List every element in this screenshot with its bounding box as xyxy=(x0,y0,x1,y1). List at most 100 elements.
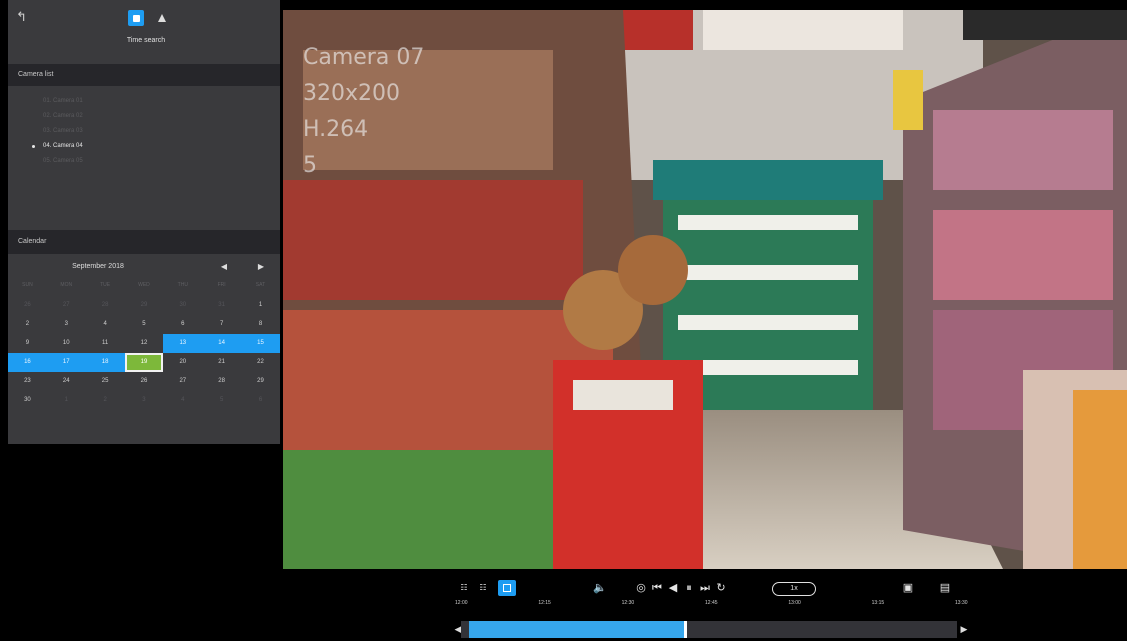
calendar-day[interactable]: 16 xyxy=(8,353,47,372)
time-tick-label: 13:00 xyxy=(788,600,801,606)
calendar-day[interactable]: 6 xyxy=(163,315,202,334)
calendar-day[interactable]: 26 xyxy=(125,372,164,391)
calendar-day[interactable]: 1 xyxy=(47,391,86,410)
calendar-day[interactable]: 11 xyxy=(86,334,125,353)
calendar-day[interactable]: 15 xyxy=(241,334,280,353)
calendar-day[interactable]: 13 xyxy=(163,334,203,353)
playback-controls: ☷ ☷ 🔈 ◎ ⏮ ◀ ⏸ ⏭ ↻ 1x ▣ ▤ xyxy=(455,578,965,600)
osd-resolution: 320x200 xyxy=(303,81,401,106)
calendar-day[interactable]: 8 xyxy=(241,315,280,334)
calendar-day[interactable]: 25 xyxy=(86,372,125,391)
calendar-day[interactable]: 29 xyxy=(241,372,280,391)
osd-codec: H.264 xyxy=(303,117,369,142)
weekday-label: SAT xyxy=(255,282,266,288)
calendar-day[interactable]: 23 xyxy=(8,372,47,391)
speed-control[interactable]: 1x xyxy=(772,582,816,596)
calendar-day[interactable]: 31 xyxy=(202,296,241,315)
calendar-day[interactable]: 9 xyxy=(8,334,47,353)
next-month-icon[interactable]: ▶ xyxy=(254,258,268,276)
weekday-label: SUN xyxy=(22,282,33,288)
calendar-day[interactable]: 28 xyxy=(86,296,125,315)
calendar-day[interactable]: 12 xyxy=(125,334,164,353)
weekday-label: WED xyxy=(138,282,150,288)
step-back-icon[interactable]: ◀ xyxy=(667,580,679,596)
grid-1-icon[interactable]: ☷ xyxy=(458,580,470,596)
mode-tabs xyxy=(128,10,170,26)
camera-list-item[interactable]: 01. Camera 01 xyxy=(8,94,280,109)
time-search-tab[interactable] xyxy=(128,10,144,26)
export-icon[interactable]: ▣ xyxy=(902,580,914,596)
calendar-day[interactable]: 14 xyxy=(202,334,242,353)
layout-button[interactable] xyxy=(498,580,516,596)
calendar-day[interactable]: 2 xyxy=(8,315,47,334)
calendar-month: September 2018 xyxy=(72,263,124,270)
calendar-day[interactable]: 4 xyxy=(163,391,202,410)
calendar-grid: 26 27 28 29 30 31 1 2 3 4 5 6 7 8 9 10 11 12 13 14 15 16 17 18 1… xyxy=(8,296,280,410)
pause-icon[interactable]: ⏸ xyxy=(683,580,695,596)
event-search-tab[interactable] xyxy=(154,10,170,26)
weekday-row: SUN MON TUE WED THU FRI SAT xyxy=(8,278,280,292)
timeline-right-icon[interactable]: ▶ xyxy=(959,621,969,638)
record-icon[interactable]: ▤ xyxy=(937,580,953,596)
calendar-day[interactable]: 17 xyxy=(46,353,86,372)
single-view-icon xyxy=(503,584,511,592)
timeline-cursor[interactable] xyxy=(683,621,687,638)
playback-bar: ☷ ☷ 🔈 ◎ ⏮ ◀ ⏸ ⏭ ↻ 1x ▣ ▤ 12:00 12:15 12:30… xyxy=(283,570,1127,641)
camera-list-item[interactable]: 02. Camera 02 xyxy=(8,109,280,124)
repeat-icon[interactable]: ↻ xyxy=(715,580,727,596)
calendar-day[interactable]: 5 xyxy=(125,315,164,334)
calendar-day-selected[interactable]: 19 xyxy=(124,353,164,372)
time-tick-label: 12:45 xyxy=(705,600,718,606)
calendar-nav: September 2018 ◀ ▶ xyxy=(8,258,280,276)
time-tick-label: 12:15 xyxy=(538,600,551,606)
weekday-label: TUE xyxy=(100,282,111,288)
calendar-day[interactable]: 24 xyxy=(47,372,86,391)
osd-fps: 5 xyxy=(303,153,317,178)
grid-4-icon[interactable]: ☷ xyxy=(477,580,489,596)
calendar-day[interactable]: 3 xyxy=(47,315,86,334)
time-tick-label: 12:30 xyxy=(621,600,635,606)
weekday-label: MON xyxy=(60,282,73,288)
camera-list: 01. Camera 01 02. Camera 02 03. Camera 03 0… xyxy=(8,86,280,230)
time-tick-label: 13:15 xyxy=(871,600,885,606)
calendar-day[interactable]: 30 xyxy=(163,296,202,315)
calendar-day[interactable]: 5 xyxy=(202,391,241,410)
skip-forward-icon[interactable]: ⏭ xyxy=(699,580,711,596)
calendar-day[interactable]: 4 xyxy=(86,315,125,334)
weekday-label: FRI xyxy=(217,282,226,288)
calendar-day[interactable]: 3 xyxy=(125,391,164,410)
calendar: September 2018 ◀ ▶ SUN MON TUE WED THU FRI SAT… xyxy=(8,254,280,444)
snapshot-icon[interactable]: ◎ xyxy=(635,580,647,596)
calendar-day[interactable]: 29 xyxy=(125,296,164,315)
weekday-label: THU xyxy=(177,282,188,288)
calendar-day[interactable]: 27 xyxy=(47,296,86,315)
calendar-day[interactable]: 1 xyxy=(241,296,280,315)
calendar-day[interactable]: 21 xyxy=(202,353,241,372)
volume-icon[interactable]: 🔈 xyxy=(593,580,607,596)
timeline-progress xyxy=(469,621,684,638)
calendar-day[interactable]: 26 xyxy=(8,296,47,315)
calendar-day[interactable]: 28 xyxy=(202,372,241,391)
video-view[interactable]: Camera 07 320x200 H.264 5 xyxy=(283,10,1127,569)
calendar-day[interactable]: 27 xyxy=(163,372,202,391)
camera-list-item[interactable]: 03. Camera 03 xyxy=(8,124,280,139)
camera-list-item[interactable]: 05. Camera 05 xyxy=(8,154,280,169)
prev-month-icon[interactable]: ◀ xyxy=(217,258,231,276)
osd-camera-name: Camera 07 xyxy=(303,45,425,70)
left-panel: ↰ Time search Camera list 01. Camera 01 0… xyxy=(8,0,280,641)
calendar-day[interactable]: 22 xyxy=(241,353,280,372)
calendar-day[interactable]: 7 xyxy=(202,315,241,334)
bell-icon xyxy=(158,14,166,22)
skip-back-icon[interactable]: ⏮ xyxy=(651,580,663,596)
back-icon[interactable]: ↰ xyxy=(16,10,30,24)
calendar-day[interactable]: 10 xyxy=(47,334,86,353)
calendar-day[interactable]: 20 xyxy=(163,353,202,372)
square-icon xyxy=(132,14,140,22)
camera-list-item[interactable]: 04. Camera 04 xyxy=(8,139,280,154)
timeline[interactable] xyxy=(461,621,957,638)
calendar-day[interactable]: 6 xyxy=(241,391,280,410)
calendar-day[interactable]: 18 xyxy=(85,353,125,372)
calendar-day[interactable]: 30 xyxy=(8,391,47,410)
calendar-day[interactable]: 2 xyxy=(86,391,125,410)
camera-list-header: Camera list xyxy=(8,64,280,86)
